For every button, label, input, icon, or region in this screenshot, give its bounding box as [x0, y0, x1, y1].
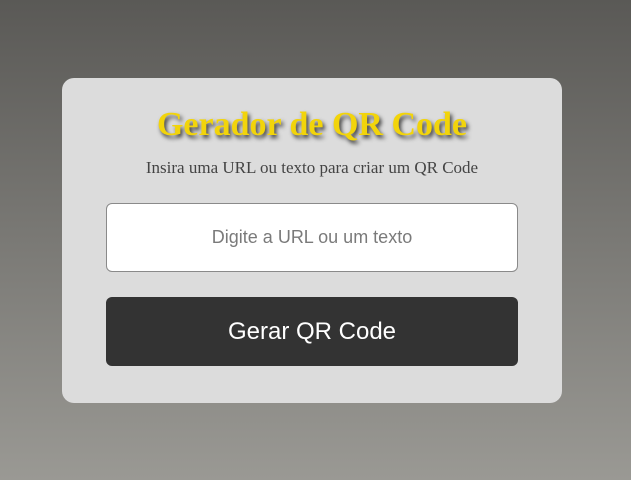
page-title: Gerador de QR Code	[156, 106, 468, 143]
page-subtitle: Insira uma URL ou texto para criar um QR…	[145, 158, 479, 177]
url-text-input[interactable]	[106, 203, 518, 272]
qr-generator-card: Gerador de QR Code Insira uma URL ou tex…	[62, 78, 562, 403]
generate-qr-button[interactable]: Gerar QR Code	[106, 297, 518, 366]
